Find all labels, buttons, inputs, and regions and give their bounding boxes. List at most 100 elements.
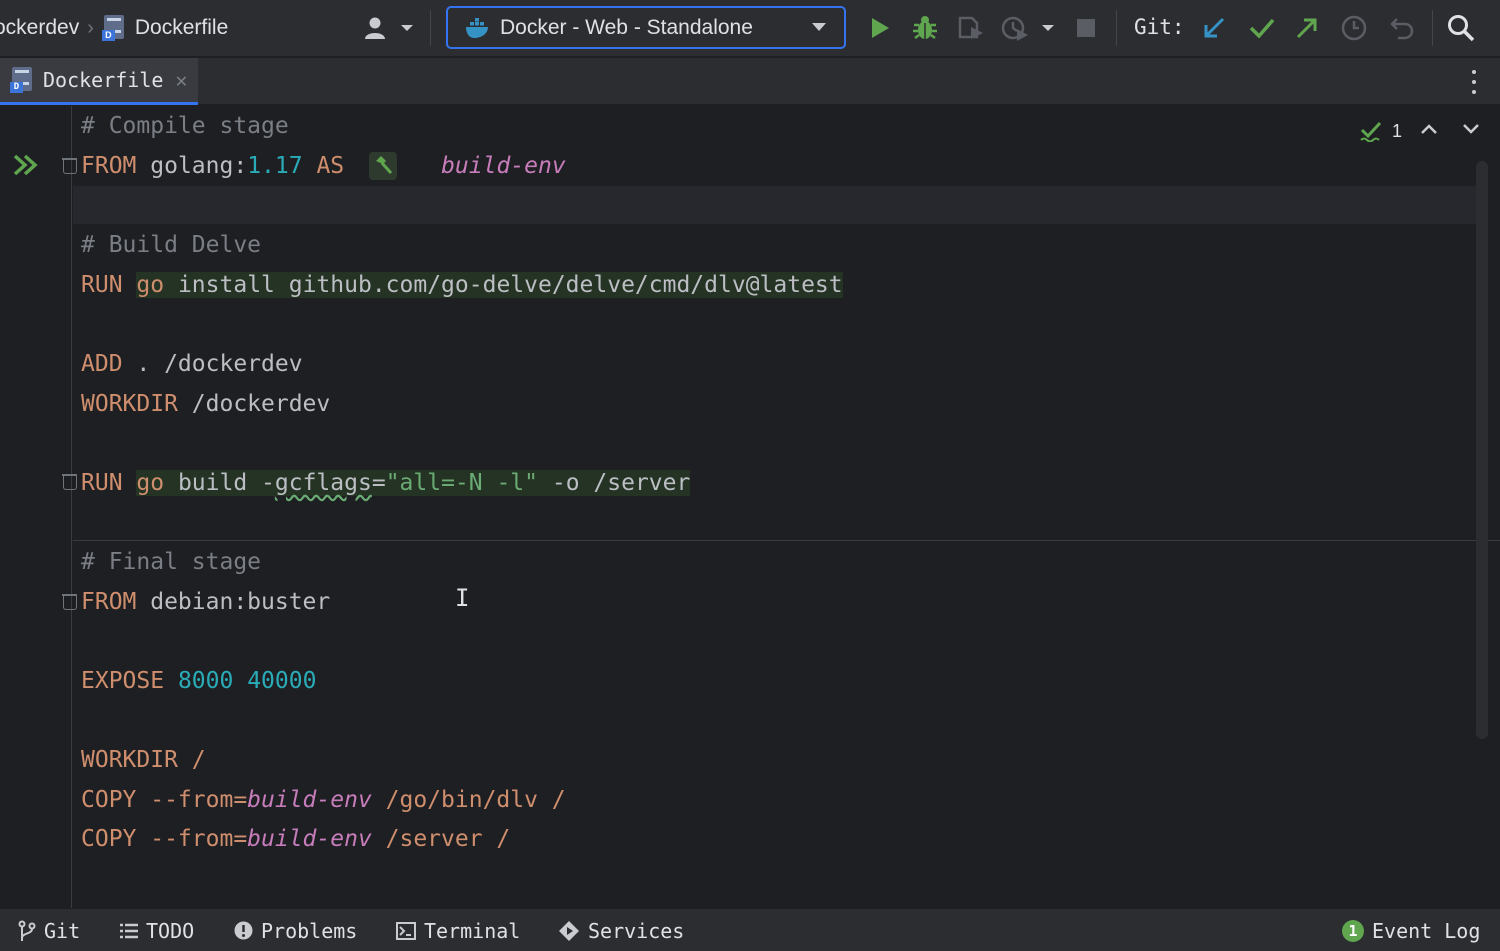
git-commit-button[interactable] xyxy=(1248,14,1276,42)
shell-args: -o /server xyxy=(538,470,691,496)
stop-button[interactable] xyxy=(1072,14,1100,42)
rollback-icon xyxy=(1390,18,1414,40)
code-line-2: FROM golang:1.17 AS build-env xyxy=(81,148,566,184)
text-cursor-icon: I xyxy=(455,584,470,612)
show-history-button[interactable] xyxy=(1340,14,1368,42)
chevron-down-icon xyxy=(812,23,826,31)
dockerfile-icon: D xyxy=(101,15,126,41)
copy-flag: --from= xyxy=(136,826,248,852)
git-update-icon xyxy=(1204,17,1225,38)
flag-typo-warning[interactable]: gcflags xyxy=(275,470,372,496)
warning-circle-icon xyxy=(234,921,253,940)
terminal-tool-label: Terminal xyxy=(424,918,521,943)
build-stage-hammer-icon[interactable] xyxy=(369,152,397,180)
run-all-stages-icon[interactable] xyxy=(13,154,39,176)
tab-dockerfile[interactable]: D Dockerfile ✕ xyxy=(0,58,198,105)
code-line-4: # Build Delve xyxy=(81,227,261,263)
dockerfile-icon: D xyxy=(10,67,34,93)
search-button[interactable] xyxy=(1447,14,1475,42)
git-tool-button[interactable]: Git xyxy=(18,917,80,944)
keyword: WORKDIR xyxy=(81,391,178,417)
fold-marker-icon[interactable] xyxy=(62,158,77,174)
instruction-args: . /dockerdev xyxy=(122,351,303,377)
todo-tool-button[interactable]: TODO xyxy=(120,917,194,944)
more-actions-icon[interactable] xyxy=(1470,70,1478,94)
event-log-label: Event Log xyxy=(1372,918,1481,943)
tool-window-bar: Git TODO Problems Terminal Services 1 Ev… xyxy=(0,908,1500,951)
image-name: debian:buster xyxy=(136,589,331,615)
run-button[interactable] xyxy=(866,14,894,42)
more-run-actions-button[interactable] xyxy=(1036,14,1060,42)
comment: # Build Delve xyxy=(81,232,262,258)
user-menu-button[interactable] xyxy=(364,13,416,43)
git-branch-icon xyxy=(18,920,36,941)
breadcrumb-separator: › xyxy=(87,16,94,39)
run-icon xyxy=(872,18,889,38)
run-configuration-select[interactable]: Docker - Web - Standalone xyxy=(446,6,846,49)
shell-command: go xyxy=(136,272,165,298)
fold-marker-icon[interactable] xyxy=(62,474,77,490)
keyword: WORKDIR xyxy=(81,747,178,773)
inspections-widget[interactable]: 1 xyxy=(1360,120,1402,142)
terminal-tool-button[interactable]: Terminal xyxy=(396,917,520,944)
stage-reference: build-env xyxy=(247,787,372,813)
git-commit-icon xyxy=(1249,18,1275,39)
code-line-10: RUN go build -gcflags="all=-N -l" -o /se… xyxy=(81,465,691,501)
services-icon xyxy=(559,920,579,941)
keyword: FROM xyxy=(81,589,137,615)
fold-marker-icon[interactable] xyxy=(62,594,77,610)
coverage-icon xyxy=(958,16,983,39)
inspections-count: 1 xyxy=(1392,120,1403,141)
git-push-button[interactable] xyxy=(1293,14,1321,42)
code-line-18: COPY --from=build-env /go/bin/dlv / xyxy=(81,782,566,818)
code-line-5: RUN go install github.com/go-delve/delve… xyxy=(81,267,843,303)
equals: = xyxy=(371,470,386,496)
path: / xyxy=(177,747,206,773)
keyword: EXPOSE xyxy=(81,668,165,694)
chevron-down-icon xyxy=(401,25,413,31)
keyword: RUN xyxy=(81,272,123,298)
services-tool-button[interactable]: Services xyxy=(558,917,684,944)
run-with-coverage-button[interactable] xyxy=(957,14,985,42)
string-literal: "all=-N -l" xyxy=(385,470,539,496)
breadcrumb-file[interactable]: Dockerfile xyxy=(135,16,228,40)
code-editor[interactable]: # Compile stage FROM golang:1.17 AS buil… xyxy=(0,106,1500,908)
event-log-button[interactable]: 1 Event Log xyxy=(1342,917,1480,944)
vertical-scrollbar[interactable] xyxy=(1476,161,1488,739)
breadcrumb-project[interactable]: ockerdev xyxy=(0,16,79,40)
code-line-13: FROM debian:buster xyxy=(81,584,330,620)
git-update-button[interactable] xyxy=(1200,14,1228,42)
problems-tool-label: Problems xyxy=(261,918,358,943)
rollback-button[interactable] xyxy=(1388,14,1416,42)
profile-button[interactable] xyxy=(1001,14,1029,42)
current-line-highlight xyxy=(73,186,1476,224)
code-line-7: ADD . /dockerdev xyxy=(81,346,303,382)
user-icon xyxy=(365,17,390,39)
code-line-19: COPY --from=build-env /server / xyxy=(81,821,510,857)
chevron-up-icon[interactable] xyxy=(1420,122,1438,136)
debug-icon xyxy=(913,16,937,39)
stage-name: build-env xyxy=(441,153,566,179)
editor-tab-bar: D Dockerfile ✕ xyxy=(0,58,1500,105)
instruction-args: /dockerdev xyxy=(177,391,331,417)
copy-paths: /go/bin/dlv / xyxy=(371,787,566,813)
main-toolbar: ockerdev › D Dockerfile Docker - Web - S… xyxy=(0,0,1500,57)
git-tool-label: Git xyxy=(44,918,81,943)
services-tool-label: Services xyxy=(588,918,685,943)
toolbar-separator xyxy=(1432,10,1433,46)
close-icon[interactable]: ✕ xyxy=(175,68,187,92)
debug-button[interactable] xyxy=(911,14,939,42)
copy-flag: --from= xyxy=(136,787,248,813)
stage-separator xyxy=(73,540,1500,541)
shell-args: install github.com/go-delve/delve/cmd/dl… xyxy=(164,272,843,298)
port-number: 40000 xyxy=(247,668,317,694)
chevron-down-icon[interactable] xyxy=(1462,122,1480,136)
keyword: ADD xyxy=(81,351,123,377)
tab-label: Dockerfile xyxy=(43,68,164,92)
toolbar-separator xyxy=(430,10,431,46)
git-toolbar-label: Git: xyxy=(1134,15,1185,39)
keyword: RUN xyxy=(81,470,123,496)
check-icon xyxy=(1360,121,1382,142)
image-version: 1.17 xyxy=(247,153,303,179)
problems-tool-button[interactable]: Problems xyxy=(234,917,357,944)
